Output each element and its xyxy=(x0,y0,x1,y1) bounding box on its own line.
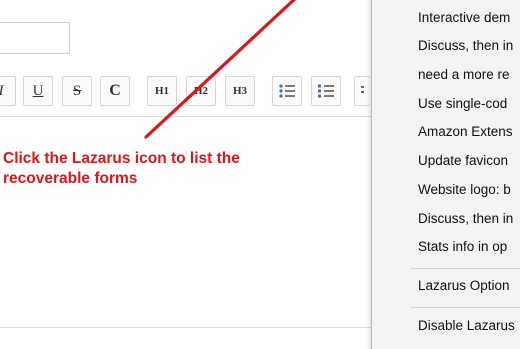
menu-item[interactable]: Use single-cod xyxy=(418,94,507,114)
menu-separator xyxy=(410,307,520,308)
annotation-text: Click the Lazarus icon to list the recov… xyxy=(3,150,240,187)
menu-item[interactable]: Update favicon xyxy=(418,151,508,171)
menu-item[interactable]: Stats info in op xyxy=(418,237,507,257)
lazarus-context-menu: Interactive dem Discuss, then in need a … xyxy=(371,0,520,349)
menu-separator xyxy=(410,268,520,269)
lazarus-options-item[interactable]: Lazarus Option xyxy=(418,276,510,296)
menu-item[interactable]: Website logo: b xyxy=(418,180,511,200)
menu-item[interactable]: Interactive dem xyxy=(418,8,510,28)
menu-item[interactable]: Amazon Extens xyxy=(418,122,513,142)
editor-bottom-border xyxy=(0,327,372,328)
menu-item[interactable]: Discuss, then in xyxy=(418,209,513,229)
menu-item[interactable]: need a more re xyxy=(418,65,510,85)
menu-item[interactable]: Discuss, then in xyxy=(418,36,513,56)
disable-lazarus-item[interactable]: Disable Lazarus xyxy=(418,316,515,336)
